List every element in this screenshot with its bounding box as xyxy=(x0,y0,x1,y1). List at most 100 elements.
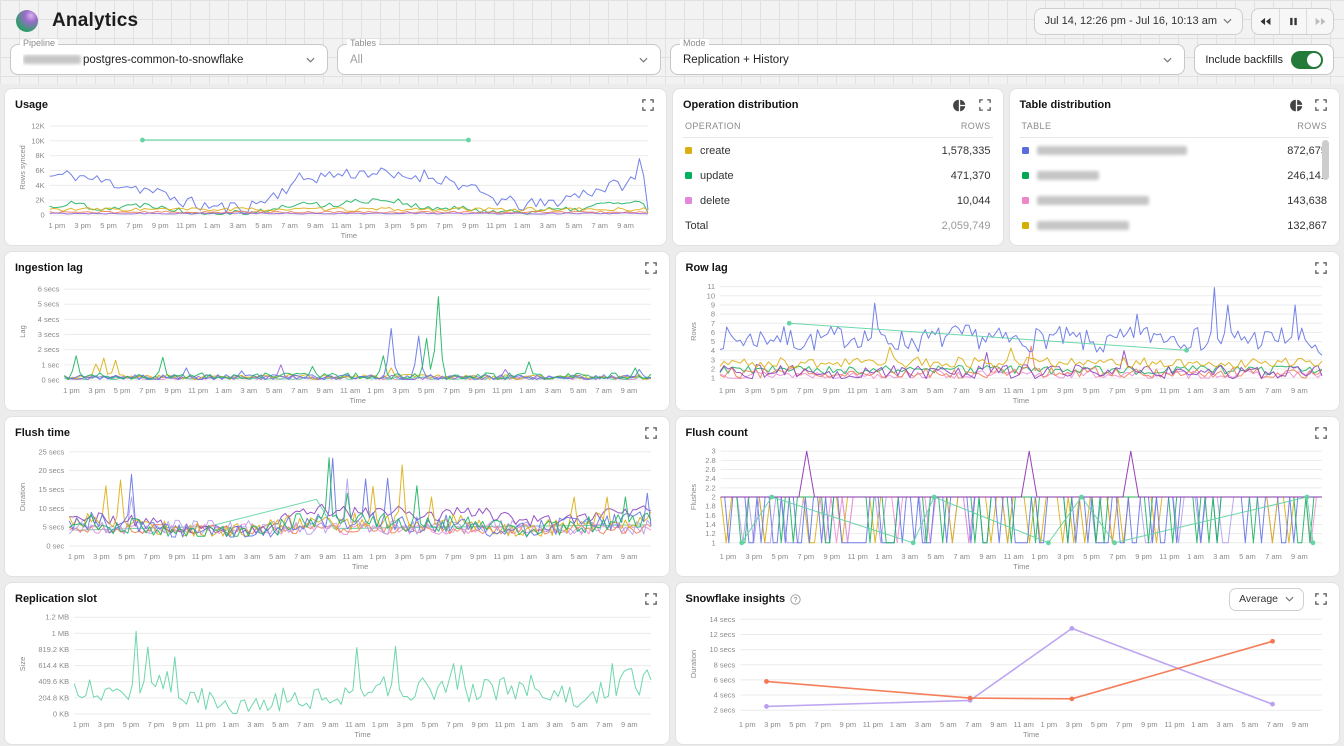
card-title: Flush count xyxy=(686,427,748,439)
svg-text:3 pm: 3 pm xyxy=(385,221,402,230)
svg-text:5 pm: 5 pm xyxy=(123,720,140,729)
svg-text:11 pm: 11 pm xyxy=(492,386,512,395)
scrollbar[interactable] xyxy=(1322,140,1329,180)
svg-text:3 am: 3 am xyxy=(545,386,562,395)
card-title: Operation distribution xyxy=(683,99,799,111)
mode-label: Mode xyxy=(680,39,709,49)
svg-text:1 pm: 1 pm xyxy=(63,386,80,395)
ingestion-lag-chart[interactable]: 0 sec1 sec2 secs3 secs4 secs5 secs6 secs… xyxy=(15,277,659,406)
svg-text:5 pm: 5 pm xyxy=(418,386,435,395)
pipeline-value: postgres-common-to-snowflake xyxy=(23,54,298,66)
svg-text:9 pm: 9 pm xyxy=(1135,552,1152,561)
forward-button[interactable] xyxy=(1306,9,1333,34)
svg-text:Duration: Duration xyxy=(689,650,698,678)
svg-text:3 am: 3 am xyxy=(540,221,557,230)
expand-icon[interactable] xyxy=(1313,591,1329,607)
svg-text:10 secs: 10 secs xyxy=(709,645,735,654)
svg-text:11 am: 11 am xyxy=(1003,386,1023,395)
svg-text:9 pm: 9 pm xyxy=(172,720,189,729)
tables-select[interactable]: Tables All xyxy=(337,44,661,75)
svg-text:1 pm: 1 pm xyxy=(68,552,85,561)
flush-time-chart[interactable]: 0 sec5 secs10 secs15 secs20 secs25 secs1… xyxy=(15,442,659,572)
table-row: 246,141 xyxy=(1020,163,1330,188)
table-distribution-card: Table distribution TABLE ROWS 872,675246… xyxy=(1009,88,1341,246)
help-icon[interactable]: ? xyxy=(790,594,801,605)
pie-chart-icon[interactable] xyxy=(952,97,968,113)
svg-text:6 secs: 6 secs xyxy=(713,675,735,684)
expand-icon[interactable] xyxy=(640,97,656,113)
snowflake-insights-chart[interactable]: 2 secs4 secs6 secs8 secs10 secs12 secs14… xyxy=(686,608,1330,740)
svg-text:7 pm: 7 pm xyxy=(126,221,143,230)
rewind-icon xyxy=(1259,17,1272,26)
row-label: update xyxy=(700,170,951,182)
svg-text:Time: Time xyxy=(1012,396,1028,405)
svg-text:Flushes: Flushes xyxy=(689,484,698,511)
replication-slot-chart[interactable]: 0 KB204.8 KB409.6 KB614.4 KB819.2 KB1 MB… xyxy=(15,608,659,740)
aggregate-value: Average xyxy=(1239,593,1278,605)
rewind-button[interactable] xyxy=(1252,9,1279,34)
svg-text:9 pm: 9 pm xyxy=(839,720,856,729)
svg-text:7 pm: 7 pm xyxy=(797,552,814,561)
expand-icon[interactable] xyxy=(1313,425,1329,441)
svg-text:9 am: 9 am xyxy=(322,720,339,729)
expand-icon[interactable] xyxy=(977,97,993,113)
row-label: delete xyxy=(700,195,957,207)
svg-text:10: 10 xyxy=(706,291,714,300)
svg-text:7 pm: 7 pm xyxy=(796,386,813,395)
row-lag-chart[interactable]: 12345678910111 pm3 pm5 pm7 pm9 pm11 pm1 … xyxy=(686,277,1330,406)
svg-text:1.6: 1.6 xyxy=(705,511,715,520)
svg-text:2: 2 xyxy=(711,493,715,502)
expand-icon[interactable] xyxy=(1313,97,1329,113)
svg-text:1 am: 1 am xyxy=(1187,552,1204,561)
svg-text:3 pm: 3 pm xyxy=(1065,720,1082,729)
svg-text:1 am: 1 am xyxy=(219,552,236,561)
svg-text:5 am: 5 am xyxy=(269,552,286,561)
mode-select[interactable]: Mode Replication + History xyxy=(670,44,1185,75)
date-range-value: Jul 14, 12:26 pm - Jul 16, 10:13 am xyxy=(1045,15,1217,27)
svg-text:5 secs: 5 secs xyxy=(38,300,60,309)
svg-text:7 pm: 7 pm xyxy=(814,720,831,729)
include-backfills-toggle[interactable] xyxy=(1291,51,1323,69)
pause-button[interactable] xyxy=(1279,9,1306,34)
svg-text:7 pm: 7 pm xyxy=(445,552,462,561)
series-color-marker xyxy=(1022,147,1029,154)
toggle-knob xyxy=(1307,53,1321,67)
date-range-picker[interactable]: Jul 14, 12:26 pm - Jul 16, 10:13 am xyxy=(1034,8,1243,35)
tables-value: All xyxy=(350,54,631,66)
svg-text:2: 2 xyxy=(710,365,714,374)
svg-text:3 pm: 3 pm xyxy=(395,552,412,561)
svg-text:1 pm: 1 pm xyxy=(718,386,735,395)
usage-chart[interactable]: 02K4K6K8K10K12K1 pm3 pm5 pm7 pm9 pm11 pm… xyxy=(15,114,656,241)
flush-count-chart[interactable]: 11.21.41.61.822.22.42.62.831 pm3 pm5 pm7… xyxy=(686,442,1330,572)
svg-text:Size: Size xyxy=(18,657,27,672)
expand-icon[interactable] xyxy=(643,260,659,276)
chevron-down-icon xyxy=(1223,18,1232,24)
svg-text:9 am: 9 am xyxy=(621,552,638,561)
svg-text:7 pm: 7 pm xyxy=(143,552,160,561)
pipeline-select[interactable]: Pipeline postgres-common-to-snowflake xyxy=(10,44,328,75)
svg-text:Time: Time xyxy=(350,396,366,405)
svg-text:3: 3 xyxy=(710,355,714,364)
svg-text:7 pm: 7 pm xyxy=(447,720,464,729)
svg-text:11 pm: 11 pm xyxy=(847,386,867,395)
expand-icon[interactable] xyxy=(643,591,659,607)
column-header: TABLE xyxy=(1022,121,1052,131)
expand-icon[interactable] xyxy=(643,425,659,441)
card-title: Replication slot xyxy=(15,593,97,605)
table-row: delete10,044 xyxy=(683,188,993,213)
svg-text:5 pm: 5 pm xyxy=(1083,552,1100,561)
tables-table: TABLE ROWS 872,675246,141143,638132,8678… xyxy=(1020,116,1330,241)
svg-text:5 am: 5 am xyxy=(571,552,588,561)
svg-text:6K: 6K xyxy=(36,166,45,175)
svg-text:9 pm: 9 pm xyxy=(168,552,185,561)
svg-text:7 pm: 7 pm xyxy=(1109,552,1126,561)
svg-text:1 pm: 1 pm xyxy=(738,720,755,729)
svg-text:25 secs: 25 secs xyxy=(38,447,64,456)
expand-icon[interactable] xyxy=(1313,260,1329,276)
svg-text:3 am: 3 am xyxy=(900,386,917,395)
svg-text:1 pm: 1 pm xyxy=(719,552,736,561)
card-title: Ingestion lag xyxy=(15,262,83,274)
pie-chart-icon[interactable] xyxy=(1288,97,1304,113)
dashboard-grid: Usage 02K4K6K8K10K12K1 pm3 pm5 pm7 pm9 p… xyxy=(0,84,1344,746)
svg-text:1 am: 1 am xyxy=(519,386,536,395)
